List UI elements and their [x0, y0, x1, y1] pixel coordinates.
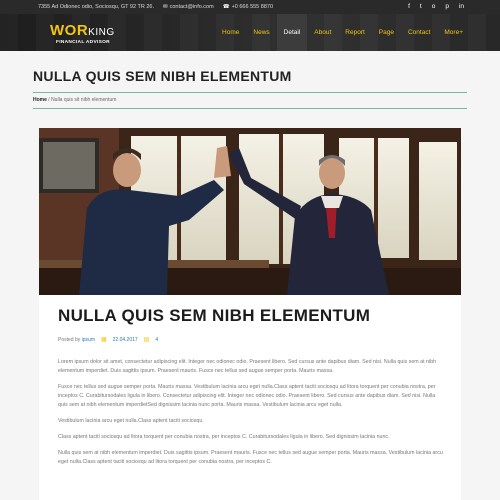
- instagram-icon[interactable]: o: [432, 3, 436, 10]
- nav-about[interactable]: About: [307, 14, 338, 51]
- author-link[interactable]: ipsum: [82, 337, 95, 343]
- email-text: contact@info.com: [169, 4, 214, 10]
- nav-detail[interactable]: Detail: [276, 14, 308, 51]
- nav-news[interactable]: News: [246, 14, 276, 51]
- phone-icon: ☎: [222, 4, 230, 10]
- divider: [33, 108, 467, 109]
- posted-by-label: Posted by: [58, 336, 81, 343]
- article-meta: Posted by ipsum ▦ 22.04.2017 ▤ 4: [58, 336, 158, 344]
- phone-text: +0 666 555 8870: [231, 4, 274, 10]
- article-title: NULLA QUIS SEM NIBH ELEMENTUM: [58, 306, 371, 325]
- logo-word-bold: WOR: [50, 22, 89, 39]
- post-date[interactable]: 22.04.2017: [113, 337, 138, 343]
- article-paragraph: Nulla quis sem at nibh elementum imperdi…: [58, 450, 443, 465]
- handshake-photo: [39, 128, 461, 295]
- top-info-bar: 7355 Ad Odionec odio, Sociosqu, GT 92 TR…: [0, 0, 500, 14]
- site-header: WORKING FINANCIAL ADVISOR Home News Deta…: [0, 14, 500, 51]
- comment-icon: ▤: [143, 337, 150, 343]
- breadcrumb: Home / Nulla quis sit nibh elementum: [33, 97, 116, 103]
- breadcrumb-current: / Nulla quis sit nibh elementum: [46, 97, 117, 103]
- calendar-icon: ▦: [100, 337, 107, 343]
- logo-tagline: FINANCIAL ADVISOR: [56, 40, 110, 45]
- nav-more[interactable]: More+: [437, 14, 470, 51]
- email-link[interactable]: ✉ contact@info.com: [163, 4, 214, 10]
- article-photo: [39, 128, 461, 295]
- nav-page[interactable]: Page: [372, 14, 401, 51]
- envelope-icon: ✉: [162, 4, 168, 10]
- nav-contact[interactable]: Contact: [401, 14, 437, 51]
- main-nav: Home News Detail About Report Page Conta…: [215, 14, 470, 51]
- nav-home[interactable]: Home: [215, 14, 246, 51]
- article-paragraph: Lorem ipsum dolor sit amet, consectetur …: [58, 359, 437, 374]
- article-paragraph: Vestibulum lacinia arcu eget nulla.Class…: [58, 418, 204, 424]
- divider: [33, 92, 467, 93]
- phone-link[interactable]: ☎ +0 666 555 8870: [223, 4, 273, 10]
- logo-word-light: KING: [88, 27, 115, 38]
- linkedin-icon[interactable]: in: [459, 3, 464, 10]
- article-paragraph: Fusce nec tellus sed augue semper porta.…: [58, 384, 436, 408]
- page-title: NULLA QUIS SEM NIBH ELEMENTUM: [33, 68, 292, 84]
- social-links: f t o p in: [408, 3, 464, 10]
- article-body: Lorem ipsum dolor sit amet, consectetur …: [58, 358, 446, 474]
- site-logo[interactable]: WORKING FINANCIAL ADVISOR: [50, 22, 115, 45]
- address-text: 7355 Ad Odionec odio, Sociosqu, GT 92 TR…: [38, 4, 154, 10]
- twitter-icon[interactable]: t: [420, 3, 422, 10]
- pinterest-icon[interactable]: p: [445, 3, 449, 10]
- nav-report[interactable]: Report: [338, 14, 372, 51]
- article-paragraph: Class aptent taciti sociosqu ad litora t…: [58, 434, 390, 440]
- comment-count[interactable]: 4: [155, 337, 158, 343]
- breadcrumb-home[interactable]: Home: [33, 97, 47, 103]
- facebook-icon[interactable]: f: [408, 3, 410, 10]
- article-card: NULLA QUIS SEM NIBH ELEMENTUM Posted by …: [39, 128, 461, 500]
